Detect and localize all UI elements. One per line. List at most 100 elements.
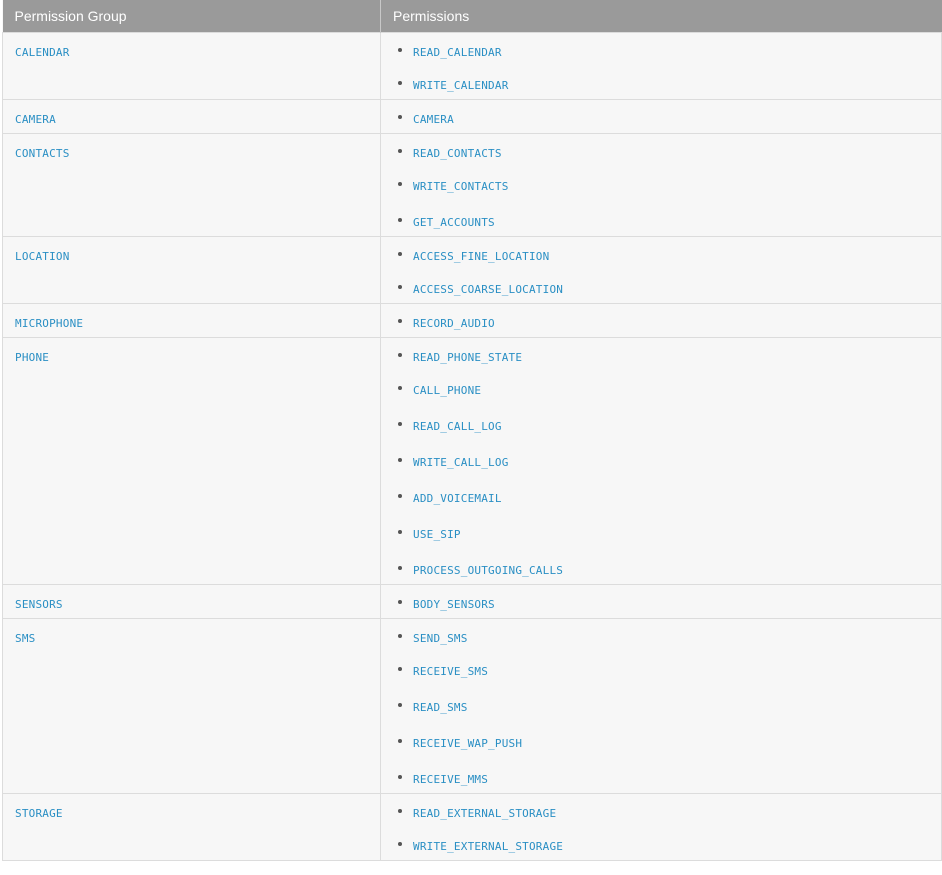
permission-link[interactable]: ACCESS_COARSE_LOCATION [413,283,563,296]
bullet-icon [398,457,402,462]
permissions-list: READ_PHONE_STATE CALL_PHONE READ_CALL_LOG W… [381,338,941,584]
table-row: CALENDAR READ_CALENDAR WRITE_CALENDAR [2,31,942,100]
group-cell: MICROPHONE [2,302,381,338]
list-item: RECEIVE_MMS [381,760,941,793]
bullet-icon [398,385,402,390]
bullet-icon [398,666,402,671]
table-header-row: Permission Group Permissions [2,0,942,32]
group-cell: SMS [2,617,381,794]
list-item: RECEIVE_SMS [381,652,941,688]
permissions-cell: SEND_SMS RECEIVE_SMS READ_SMS RECEIVE_WAP_P… [380,617,942,794]
list-item: USE_SIP [381,515,941,551]
group-cell: CAMERA [2,98,381,134]
bullet-icon [398,284,402,289]
permission-link[interactable]: RECEIVE_WAP_PUSH [413,737,522,750]
bullet-icon [398,529,402,534]
permission-link[interactable]: READ_CALL_LOG [413,420,502,433]
permissions-list: SEND_SMS RECEIVE_SMS READ_SMS RECEIVE_WAP_P… [381,619,941,793]
permission-link[interactable]: WRITE_EXTERNAL_STORAGE [413,840,563,853]
list-item: READ_EXTERNAL_STORAGE [381,794,941,827]
bullet-icon [398,702,402,707]
group-link[interactable]: SENSORS [15,598,63,611]
bullet-icon [398,738,402,743]
permission-link[interactable]: SEND_SMS [413,632,468,645]
permission-link[interactable]: BODY_SENSORS [413,598,495,611]
permission-link[interactable]: ADD_VOICEMAIL [413,492,502,505]
permission-link[interactable]: READ_PHONE_STATE [413,351,522,364]
table-row: CONTACTS READ_CONTACTS WRITE_CONTACTS GET_A… [2,132,942,237]
permission-link[interactable]: READ_CONTACTS [413,147,502,160]
bullet-icon [398,599,402,604]
list-item: ADD_VOICEMAIL [381,479,941,515]
list-item: CAMERA [381,100,941,133]
permission-link[interactable]: GET_ACCOUNTS [413,216,495,229]
permission-link[interactable]: WRITE_CONTACTS [413,180,509,193]
bullet-icon [398,80,402,85]
list-item: PROCESS_OUTGOING_CALLS [381,551,941,584]
list-item: WRITE_CALL_LOG [381,443,941,479]
bullet-icon [398,808,402,813]
permissions-list: ACCESS_FINE_LOCATION ACCESS_COARSE_LOCATI… [381,237,941,303]
group-cell: LOCATION [2,235,381,304]
permission-link[interactable]: RECORD_AUDIO [413,317,495,330]
permission-link[interactable]: READ_EXTERNAL_STORAGE [413,807,556,820]
permission-link[interactable]: WRITE_CALL_LOG [413,456,509,469]
group-link[interactable]: PHONE [15,351,49,364]
permission-groups-table: Permission Group Permissions CALENDAR REA… [2,0,942,861]
list-item: GET_ACCOUNTS [381,203,941,236]
bullet-icon [398,251,402,256]
list-item: READ_PHONE_STATE [381,338,941,371]
bullet-icon [398,47,402,52]
bullet-icon [398,421,402,426]
group-link[interactable]: SMS [15,632,35,645]
group-link[interactable]: CALENDAR [15,46,70,59]
permission-link[interactable]: PROCESS_OUTGOING_CALLS [413,564,563,577]
permission-link[interactable]: USE_SIP [413,528,461,541]
permission-link[interactable]: READ_CALENDAR [413,46,502,59]
permissions-cell: ACCESS_FINE_LOCATION ACCESS_COARSE_LOCATI… [380,235,942,304]
group-cell: STORAGE [2,792,381,861]
permission-link[interactable]: RECEIVE_SMS [413,665,488,678]
permissions-list: CAMERA [381,100,941,133]
list-item: BODY_SENSORS [381,585,941,618]
permissions-cell: READ_CONTACTS WRITE_CONTACTS GET_ACCOUNTS [380,132,942,237]
group-cell: CALENDAR [2,31,381,100]
table-body: CALENDAR READ_CALENDAR WRITE_CALENDAR CAMER… [2,31,942,861]
permission-link[interactable]: CALL_PHONE [413,384,481,397]
group-link[interactable]: CAMERA [15,113,56,126]
permission-link[interactable]: ACCESS_FINE_LOCATION [413,250,549,263]
list-item: READ_CALENDAR [381,33,941,66]
permissions-cell: CAMERA [380,98,942,134]
list-item: WRITE_CALENDAR [381,66,941,99]
permissions-list: READ_CALENDAR WRITE_CALENDAR [381,33,941,99]
permission-link[interactable]: RECEIVE_MMS [413,773,488,786]
bullet-icon [398,318,402,323]
bullet-icon [398,114,402,119]
table-row: SENSORS BODY_SENSORS [2,583,942,619]
permission-link[interactable]: WRITE_CALENDAR [413,79,509,92]
list-item: ACCESS_FINE_LOCATION [381,237,941,270]
list-item: WRITE_CONTACTS [381,167,941,203]
permission-link[interactable]: READ_SMS [413,701,468,714]
permission-link[interactable]: CAMERA [413,113,454,126]
bullet-icon [398,841,402,846]
group-link[interactable]: LOCATION [15,250,70,263]
permissions-list: READ_EXTERNAL_STORAGE WRITE_EXTERNAL_STOR… [381,794,941,860]
bullet-icon [398,181,402,186]
group-link[interactable]: CONTACTS [15,147,70,160]
header-permissions: Permissions [380,0,942,32]
permissions-list: RECORD_AUDIO [381,304,941,337]
header-permission-group: Permission Group [2,0,381,32]
list-item: ACCESS_COARSE_LOCATION [381,270,941,303]
table-row: MICROPHONE RECORD_AUDIO [2,302,942,338]
permissions-list: READ_CONTACTS WRITE_CONTACTS GET_ACCOUNTS [381,134,941,236]
table-row: SMS SEND_SMS RECEIVE_SMS READ_SMS RECEIVE_WA… [2,617,942,794]
group-cell: SENSORS [2,583,381,619]
bullet-icon [398,774,402,779]
permissions-cell: READ_EXTERNAL_STORAGE WRITE_EXTERNAL_STOR… [380,792,942,861]
permissions-cell: BODY_SENSORS [380,583,942,619]
bullet-icon [398,217,402,222]
group-link[interactable]: STORAGE [15,807,63,820]
group-link[interactable]: MICROPHONE [15,317,83,330]
permissions-list: BODY_SENSORS [381,585,941,618]
